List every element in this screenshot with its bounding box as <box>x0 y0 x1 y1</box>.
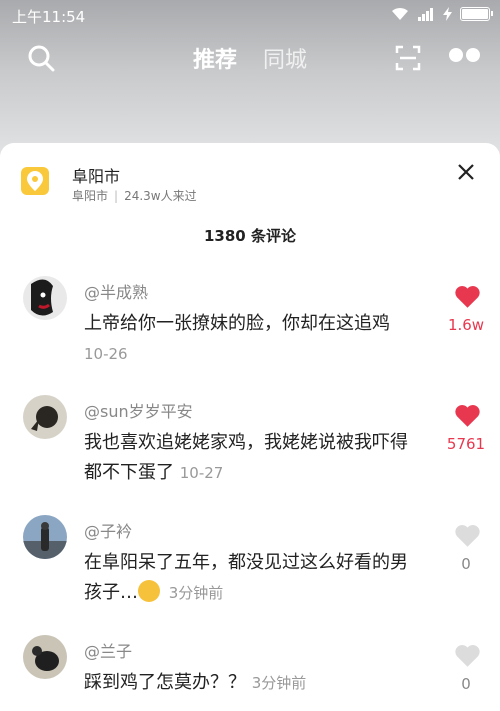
comment-body: 踩到鸡了怎莫办？？ <box>84 672 246 693</box>
comment-text: 踩到鸡了怎莫办？？ 3分钟前 <box>84 668 410 698</box>
comment-text: 上帝给你一张撩妹的脸，你却在这追鸡 10-26 <box>84 309 410 369</box>
comment-text: 我也喜欢追姥姥家鸡，我姥姥说被我吓得都不下蛋了 10-27 <box>84 428 410 488</box>
tab-recommend[interactable]: 推荐 <box>193 48 237 73</box>
like-heart-icon[interactable] <box>454 643 481 668</box>
like-count: 0 <box>461 555 471 573</box>
like-heart-icon[interactable] <box>454 403 481 428</box>
like-heart-icon[interactable] <box>454 523 481 548</box>
wifi-icon <box>392 7 408 20</box>
comment-body: 在阜阳呆了五年，都没见过这么好看的男孩子… <box>84 552 408 603</box>
more-icon[interactable] <box>449 48 480 62</box>
status-bar: 上午11:54 <box>0 0 500 30</box>
avatar[interactable] <box>23 276 67 320</box>
top-nav: 推荐 同城 <box>0 36 500 80</box>
close-icon[interactable] <box>455 161 477 183</box>
comment-body: 上帝给你一张撩妹的脸，你却在这追鸡 <box>84 313 390 334</box>
comment-username[interactable]: @半成熟 <box>84 279 148 303</box>
avatar[interactable] <box>23 395 67 439</box>
battery-icon <box>460 7 493 21</box>
like-count: 5761 <box>446 435 486 453</box>
comment-time: 10-26 <box>84 345 128 363</box>
scan-icon[interactable] <box>395 45 421 71</box>
avatar[interactable] <box>23 515 67 559</box>
comment-text: 在阜阳呆了五年，都没见过这么好看的男孩子… 3分钟前 <box>84 548 410 608</box>
laugh-cry-emoji-icon <box>138 580 160 602</box>
comment-time: 3分钟前 <box>251 674 307 692</box>
like-count: 1.6w <box>447 316 485 334</box>
status-time: 上午11:54 <box>12 8 86 26</box>
comment-sheet: 阜阳市 阜阳市 | 24.3w人来过 1380 条评论 @半成熟 上帝给你一张撩妹的… <box>0 143 500 711</box>
location-visitors: 24.3w人来过 <box>124 189 197 203</box>
like-heart-icon[interactable] <box>454 284 481 309</box>
comment-count: 1380 条评论 <box>204 227 296 245</box>
signal-icon <box>418 8 433 21</box>
like-count: 0 <box>461 675 471 693</box>
location-pin-icon <box>21 167 49 195</box>
comment-username[interactable]: @sun岁岁平安 <box>84 398 193 422</box>
tab-local[interactable]: 同城 <box>263 48 307 73</box>
comment-body: 我也喜欢追姥姥家鸡，我姥姥说被我吓得都不下蛋了 <box>84 432 408 483</box>
location-subtitle: 阜阳市 | 24.3w人来过 <box>72 189 197 203</box>
comment-username[interactable]: @兰子 <box>84 638 132 662</box>
avatar[interactable] <box>23 635 67 679</box>
charging-icon <box>443 7 452 21</box>
comment-time: 3分钟前 <box>168 584 224 602</box>
location-city: 阜阳市 <box>72 189 109 203</box>
location-title[interactable]: 阜阳市 <box>72 163 120 187</box>
comment-username[interactable]: @子衿 <box>84 518 132 542</box>
comment-time: 10-27 <box>179 464 224 482</box>
